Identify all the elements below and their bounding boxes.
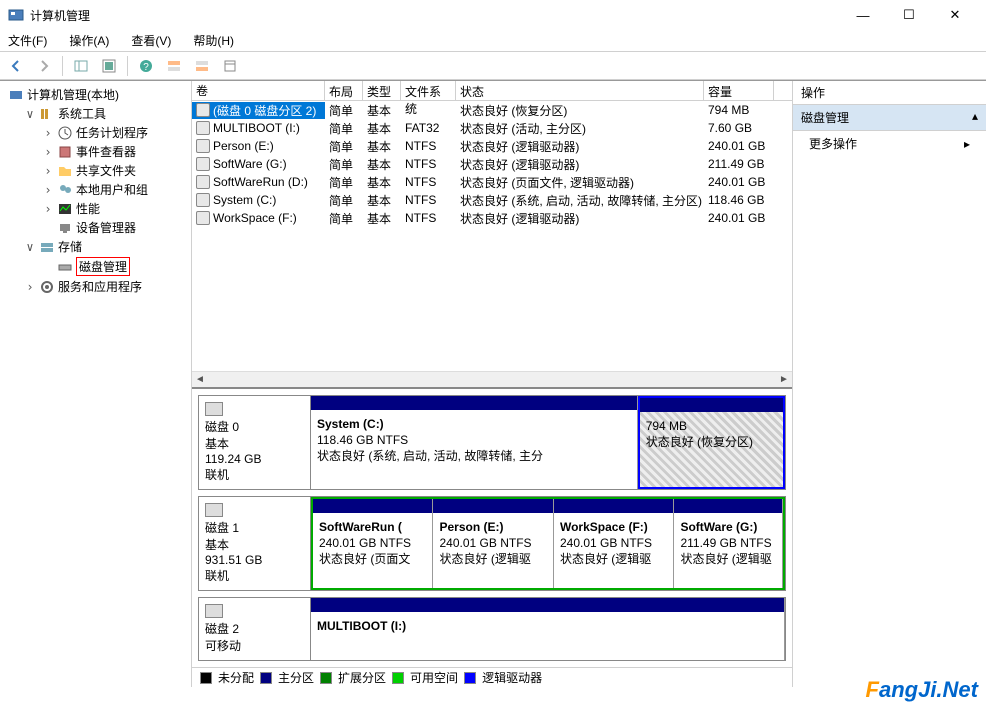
volume-icon (196, 193, 210, 207)
col-capacity[interactable]: 容量 (704, 81, 774, 100)
disk-row-1[interactable]: 磁盘 1 基本 931.51 GB 联机 SoftWareRun (240.01… (198, 496, 786, 591)
col-status[interactable]: 状态 (456, 81, 704, 100)
view-bottom-button[interactable] (190, 55, 214, 77)
forward-button[interactable] (32, 55, 56, 77)
volume-icon (196, 211, 210, 225)
menubar: 文件(F) 操作(A) 查看(V) 帮助(H) (0, 30, 986, 52)
partition-software-g[interactable]: SoftWare (G:)211.49 GB NTFS状态良好 (逻辑驱 (674, 499, 783, 588)
tree-perf[interactable]: ›性能 (0, 199, 191, 218)
disk-panel: 磁盘 0 基本 119.24 GB 联机 System (C:)118.46 G… (192, 387, 792, 667)
svg-text:?: ? (143, 62, 149, 73)
menu-help[interactable]: 帮助(H) (189, 30, 238, 51)
tree-devmgr[interactable]: 设备管理器 (0, 218, 191, 237)
scroll-right-icon[interactable]: ► (776, 372, 792, 388)
tree-scheduler[interactable]: ›任务计划程序 (0, 123, 191, 142)
actions-panel: 操作 磁盘管理▴ 更多操作▸ (793, 81, 986, 687)
partition-recovery[interactable]: 794 MB状态良好 (恢复分区) (638, 396, 785, 489)
titlebar: 计算机管理 — ☐ ✕ (0, 0, 986, 30)
disk-info: 磁盘 0 基本 119.24 GB 联机 (199, 396, 311, 489)
tree-users[interactable]: ›本地用户和组 (0, 180, 191, 199)
volume-row[interactable]: WorkSpace (F:)简单基本NTFS状态良好 (逻辑驱动器)240.01… (192, 209, 792, 227)
chevron-right-icon: ▸ (964, 137, 970, 151)
back-button[interactable] (4, 55, 28, 77)
disk-icon (205, 503, 223, 517)
volume-header: 卷 布局 类型 文件系统 状态 容量 (192, 81, 792, 101)
tree-storage[interactable]: ∨存储 (0, 237, 191, 256)
partition-softwarerun-d[interactable]: SoftWareRun (240.01 GB NTFS状态良好 (页面文 (313, 499, 433, 588)
menu-view[interactable]: 查看(V) (127, 30, 175, 51)
window-title: 计算机管理 (30, 7, 840, 24)
disk-info: 磁盘 1 基本 931.51 GB 联机 (199, 497, 311, 590)
legend-free-icon (392, 672, 404, 684)
partition-system-c[interactable]: System (C:)118.46 GB NTFS状态良好 (系统, 启动, 活… (311, 396, 638, 489)
close-button[interactable]: ✕ (932, 0, 978, 30)
volume-icon (196, 157, 210, 171)
volume-row[interactable]: Person (E:)简单基本NTFS状态良好 (逻辑驱动器)240.01 GB (192, 137, 792, 155)
tree-services[interactable]: ›服务和应用程序 (0, 277, 191, 296)
volume-row[interactable]: MULTIBOOT (I:)简单基本FAT32状态良好 (活动, 主分区)7.6… (192, 119, 792, 137)
refresh-button[interactable] (97, 55, 121, 77)
legend: 未分配 主分区 扩展分区 可用空间 逻辑驱动器 (192, 667, 792, 687)
legend-extended-icon (320, 672, 332, 684)
actions-header: 操作 (793, 81, 986, 105)
watermark: FangJi.Net (866, 677, 978, 703)
disk-row-0[interactable]: 磁盘 0 基本 119.24 GB 联机 System (C:)118.46 G… (198, 395, 786, 490)
volume-table: (磁盘 0 磁盘分区 2)简单基本状态良好 (恢复分区)794 MB MULTI… (192, 101, 792, 371)
legend-logical-icon (464, 672, 476, 684)
col-fs[interactable]: 文件系统 (401, 81, 456, 100)
volume-icon (196, 139, 210, 153)
partition-multiboot-i[interactable]: MULTIBOOT (I:) (311, 598, 785, 660)
disk-row-2[interactable]: 磁盘 2 可移动 MULTIBOOT (I:) (198, 597, 786, 661)
volume-icon (196, 175, 210, 189)
settings-button[interactable] (218, 55, 242, 77)
col-type[interactable]: 类型 (363, 81, 401, 100)
disk-icon (205, 402, 223, 416)
menu-action[interactable]: 操作(A) (65, 30, 113, 51)
tree-shared[interactable]: ›共享文件夹 (0, 161, 191, 180)
tree-eventvwr[interactable]: ›事件查看器 (0, 142, 191, 161)
maximize-button[interactable]: ☐ (886, 0, 932, 30)
actions-subheader[interactable]: 磁盘管理▴ (793, 105, 986, 131)
volume-row[interactable]: (磁盘 0 磁盘分区 2)简单基本状态良好 (恢复分区)794 MB (192, 101, 792, 119)
disk-icon (205, 604, 223, 618)
tree-diskmgmt[interactable]: 磁盘管理 (0, 256, 191, 277)
view-top-button[interactable] (162, 55, 186, 77)
scroll-left-icon[interactable]: ◄ (192, 372, 208, 388)
actions-more[interactable]: 更多操作▸ (793, 131, 986, 156)
volume-row[interactable]: SoftWareRun (D:)简单基本NTFS状态良好 (页面文件, 逻辑驱动… (192, 173, 792, 191)
center-panel: 卷 布局 类型 文件系统 状态 容量 (磁盘 0 磁盘分区 2)简单基本状态良好… (192, 81, 793, 687)
partition-person-e[interactable]: Person (E:)240.01 GB NTFS状态良好 (逻辑驱 (433, 499, 553, 588)
minimize-button[interactable]: — (840, 0, 886, 30)
show-hide-button[interactable] (69, 55, 93, 77)
partition-workspace-f[interactable]: WorkSpace (F:)240.01 GB NTFS状态良好 (逻辑驱 (554, 499, 674, 588)
tree-root[interactable]: 计算机管理(本地) (0, 85, 191, 104)
legend-unallocated-icon (200, 672, 212, 684)
col-volume[interactable]: 卷 (192, 81, 325, 100)
legend-primary-icon (260, 672, 272, 684)
volume-icon (196, 121, 210, 135)
horizontal-scrollbar[interactable]: ◄► (192, 371, 792, 387)
tree-systools[interactable]: ∨系统工具 (0, 104, 191, 123)
volume-row[interactable]: System (C:)简单基本NTFS状态良好 (系统, 启动, 活动, 故障转… (192, 191, 792, 209)
menu-file[interactable]: 文件(F) (4, 30, 51, 51)
toolbar: ? (0, 52, 986, 80)
help-button[interactable]: ? (134, 55, 158, 77)
volume-row[interactable]: SoftWare (G:)简单基本NTFS状态良好 (逻辑驱动器)211.49 … (192, 155, 792, 173)
tree-panel: 计算机管理(本地) ∨系统工具 ›任务计划程序 ›事件查看器 ›共享文件夹 ›本… (0, 81, 192, 687)
app-icon (8, 7, 24, 23)
collapse-icon: ▴ (972, 109, 978, 126)
col-layout[interactable]: 布局 (325, 81, 363, 100)
volume-icon (196, 103, 210, 117)
disk-info: 磁盘 2 可移动 (199, 598, 311, 660)
